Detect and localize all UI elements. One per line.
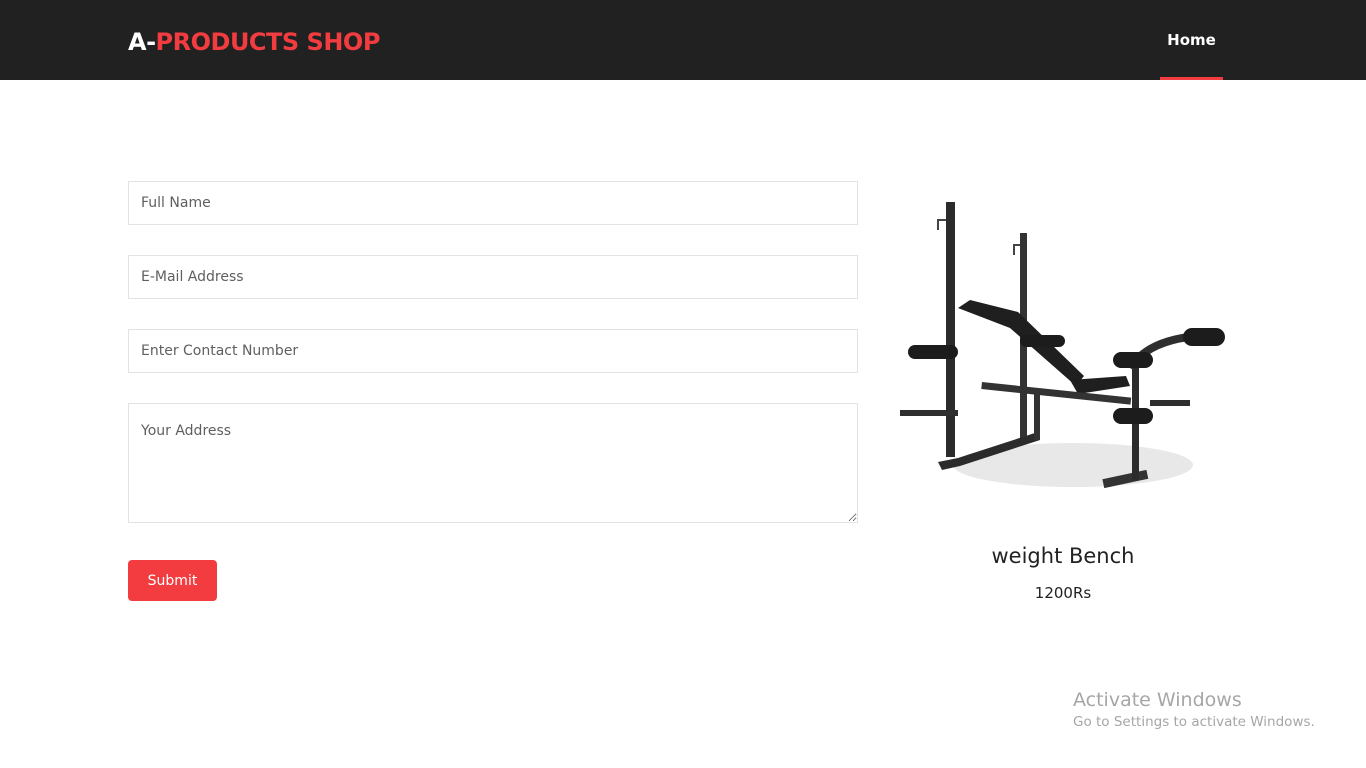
- email-field[interactable]: [128, 255, 858, 299]
- nav-home-label: Home: [1167, 31, 1216, 49]
- submit-button[interactable]: Submit: [128, 560, 217, 601]
- contact-number-field[interactable]: [128, 329, 858, 373]
- brand-prefix: A-: [128, 28, 156, 56]
- activate-windows-title: Activate Windows: [1073, 689, 1242, 711]
- full-name-field[interactable]: [128, 181, 858, 225]
- product-price: 1200Rs: [1034, 584, 1092, 602]
- weight-bench-image: [900, 202, 1225, 489]
- brand-logo[interactable]: A-PRODUCTS SHOP: [128, 27, 380, 57]
- product-name: weight Bench: [991, 544, 1135, 568]
- activate-windows-subtitle: Go to Settings to activate Windows.: [1073, 714, 1315, 730]
- brand-name: PRODUCTS SHOP: [155, 28, 381, 56]
- active-nav-indicator: [1160, 77, 1223, 80]
- nav-home-link[interactable]: Home: [1160, 0, 1223, 80]
- top-navbar: A-PRODUCTS SHOP Home: [0, 0, 1366, 80]
- address-field[interactable]: [128, 403, 858, 523]
